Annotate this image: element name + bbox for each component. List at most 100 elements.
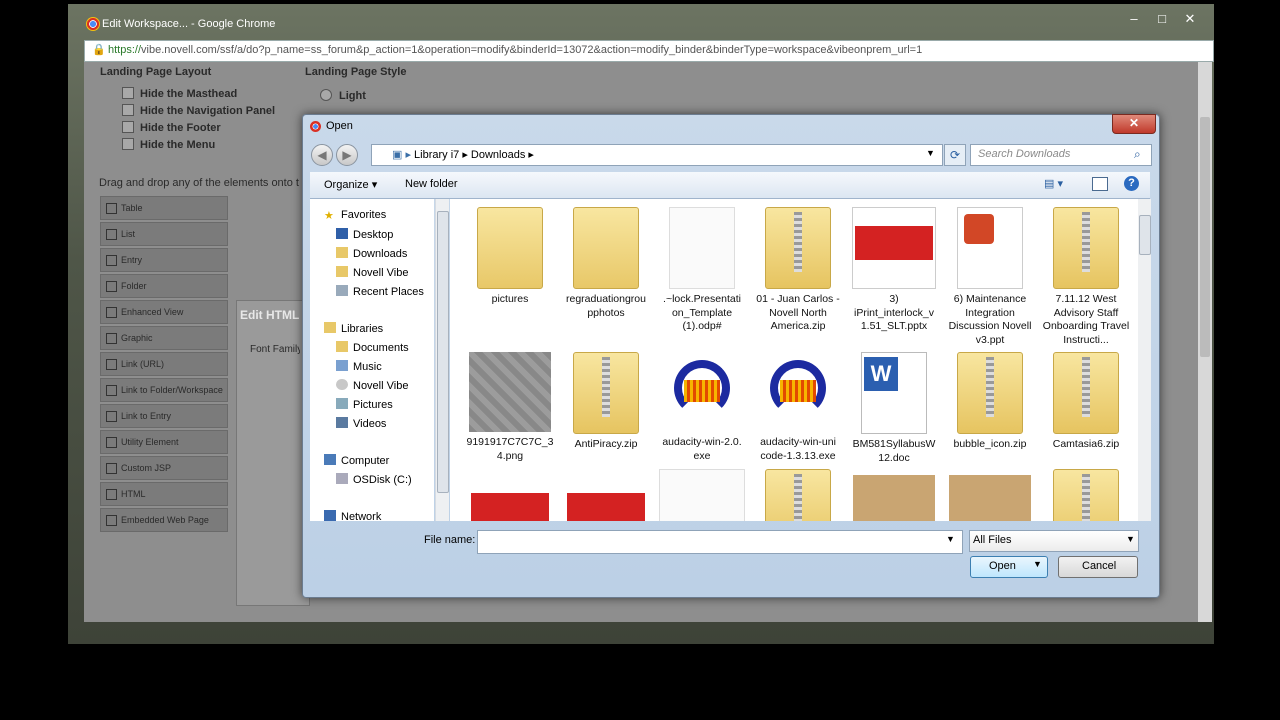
hide-masthead-checkbox[interactable] xyxy=(122,87,134,99)
url-text[interactable]: https://vibe.novell.com/ssf/a/do?p_name=… xyxy=(108,44,922,56)
maximize-button[interactable]: □ xyxy=(1150,10,1174,28)
organize-menu[interactable]: Organize ▾ xyxy=(324,178,377,191)
forward-button[interactable]: ▶ xyxy=(336,144,358,166)
hide-nav-panel-label: Hide the Navigation Panel xyxy=(140,105,276,117)
file-item[interactable] xyxy=(560,493,652,521)
file-item[interactable]: 3) iPrint_interlock_v 1.51_SLT.pptx xyxy=(848,207,940,334)
nav-scrollbar[interactable] xyxy=(435,199,449,521)
nav-item-novell-vibe-lib[interactable]: Novell Vibe xyxy=(336,379,408,392)
back-button[interactable]: ◀ xyxy=(311,144,333,166)
disk-icon xyxy=(336,473,348,484)
file-item[interactable] xyxy=(656,469,748,521)
nav-favorites[interactable]: ★ Favorites xyxy=(324,209,386,222)
file-item[interactable]: audacity-win-uni code-1.3.13.exe xyxy=(752,352,844,463)
edit-html-title: Edit HTML xyxy=(240,308,300,322)
file-item[interactable] xyxy=(464,493,556,521)
cancel-button-label: Cancel xyxy=(1082,560,1117,572)
file-item[interactable]: 01 - Juan Carlos - Novell North America.… xyxy=(752,207,844,334)
file-item[interactable]: BM581SyllabusW 12.doc xyxy=(848,352,940,465)
minimize-button[interactable]: – xyxy=(1122,10,1146,28)
file-item[interactable]: 6) Maintenance Integration Discussion No… xyxy=(944,207,1036,347)
palette-item-folder[interactable]: Folder xyxy=(100,274,228,298)
nav-network[interactable]: Network xyxy=(324,510,381,521)
file-name-input[interactable] xyxy=(477,530,963,554)
font-family-select[interactable]: Font Family xyxy=(250,344,300,355)
palette-item-utility[interactable]: Utility Element xyxy=(100,430,228,454)
folder-icon xyxy=(336,266,348,277)
palette-item-custom-jsp[interactable]: Custom JSP xyxy=(100,456,228,480)
breadcrumb-downloads[interactable]: Downloads xyxy=(471,149,525,161)
lock-icon: 🔒 xyxy=(92,44,106,56)
element-palette: Table List Entry Folder Enhanced View Gr… xyxy=(100,194,230,538)
change-view-icon[interactable]: ▤ ▾ xyxy=(1044,177,1063,190)
hide-nav-panel-checkbox[interactable] xyxy=(122,104,134,116)
open-split-arrow-icon[interactable]: ▼ xyxy=(1033,559,1042,569)
dialog-title: Open xyxy=(326,120,353,132)
file-item[interactable]: 9191917C7C7C_3 4.png xyxy=(464,352,556,463)
palette-item-link-url[interactable]: Link (URL) xyxy=(100,352,228,376)
nav-item-novell-vibe[interactable]: Novell Vibe xyxy=(336,266,408,279)
image-icon xyxy=(853,475,935,521)
file-item[interactable]: pictures xyxy=(464,207,556,307)
nav-item-music[interactable]: Music xyxy=(336,360,382,373)
file-item[interactable]: bubble_icon.zip xyxy=(944,352,1036,452)
page-scrollbar[interactable] xyxy=(1198,62,1212,622)
chrome-small-icon xyxy=(310,121,321,132)
palette-item-link-entry[interactable]: Link to Entry xyxy=(100,404,228,428)
help-icon[interactable]: ? xyxy=(1124,176,1139,191)
file-item[interactable]: .~lock.Presentati on_Template (1).odp# xyxy=(656,207,748,334)
nav-computer[interactable]: Computer xyxy=(324,454,389,467)
file-name-dropdown-icon[interactable]: ▼ xyxy=(946,534,955,544)
nav-item-downloads[interactable]: Downloads xyxy=(336,247,407,260)
preview-pane-icon[interactable] xyxy=(1092,177,1108,191)
zip-icon xyxy=(1053,352,1119,434)
dialog-close-button[interactable]: ✕ xyxy=(1112,114,1156,134)
search-placeholder: Search Downloads xyxy=(978,148,1071,160)
nav-item-documents[interactable]: Documents xyxy=(336,341,409,354)
search-icon[interactable]: ⌕ xyxy=(1134,147,1141,162)
file-item[interactable] xyxy=(752,469,844,521)
landing-layout-heading: Landing Page Layout xyxy=(100,66,212,78)
nav-item-desktop[interactable]: Desktop xyxy=(336,228,393,241)
palette-item-graphic[interactable]: Graphic xyxy=(100,326,228,350)
hide-footer-checkbox[interactable] xyxy=(122,121,134,133)
pptx-thumbnail-icon xyxy=(567,493,645,521)
url-path: vibe.novell.com/ssf/a/do?p_name=ss_forum… xyxy=(141,44,923,56)
file-item[interactable]: regraduationgrou pphotos xyxy=(560,207,652,320)
palette-item-entry[interactable]: Entry xyxy=(100,248,228,272)
breadcrumb-dropdown-icon[interactable]: ▼ xyxy=(926,148,935,158)
pictures-icon xyxy=(336,398,348,409)
new-folder-button[interactable]: New folder xyxy=(405,178,458,190)
folder-icon: ▣ ▸ xyxy=(392,149,415,161)
file-item[interactable] xyxy=(1040,469,1132,521)
file-item[interactable]: AntiPiracy.zip xyxy=(560,352,652,452)
file-item[interactable]: audacity-win-2.0. exe xyxy=(656,352,748,463)
refresh-button[interactable]: ⟳ xyxy=(944,144,966,166)
file-item[interactable] xyxy=(848,475,940,521)
palette-item-html[interactable]: HTML xyxy=(100,482,228,506)
palette-item-link-folder[interactable]: Link to Folder/Workspace xyxy=(100,378,228,402)
nav-item-osdisk[interactable]: OSDisk (C:) xyxy=(336,473,412,486)
documents-icon xyxy=(336,341,348,352)
palette-item-table[interactable]: Table xyxy=(100,196,228,220)
nav-item-videos[interactable]: Videos xyxy=(336,417,386,430)
palette-item-embedded-web-page[interactable]: Embedded Web Page xyxy=(100,508,228,532)
file-item[interactable]: Camtasia6.zip xyxy=(1040,352,1132,452)
image-icon xyxy=(949,475,1031,521)
hide-menu-checkbox[interactable] xyxy=(122,138,134,150)
music-icon xyxy=(336,360,348,371)
nav-libraries[interactable]: Libraries xyxy=(324,322,383,335)
palette-item-list[interactable]: List xyxy=(100,222,228,246)
zip-icon xyxy=(1053,207,1119,289)
file-item[interactable]: 7.11.12 West Advisory Staff Onboarding T… xyxy=(1040,207,1132,347)
zip-icon xyxy=(957,352,1023,434)
nav-item-pictures[interactable]: Pictures xyxy=(336,398,393,411)
breadcrumb-library[interactable]: Library i7 xyxy=(414,149,459,161)
style-light-radio[interactable] xyxy=(320,89,332,101)
palette-item-enhanced-view[interactable]: Enhanced View xyxy=(100,300,228,324)
nav-item-recent-places[interactable]: Recent Places xyxy=(336,285,424,298)
file-type-dropdown-icon[interactable]: ▼ xyxy=(1126,534,1135,544)
file-list-scrollbar[interactable] xyxy=(1138,199,1151,521)
close-button[interactable]: ✕ xyxy=(1178,10,1202,28)
file-item[interactable] xyxy=(944,475,1036,521)
